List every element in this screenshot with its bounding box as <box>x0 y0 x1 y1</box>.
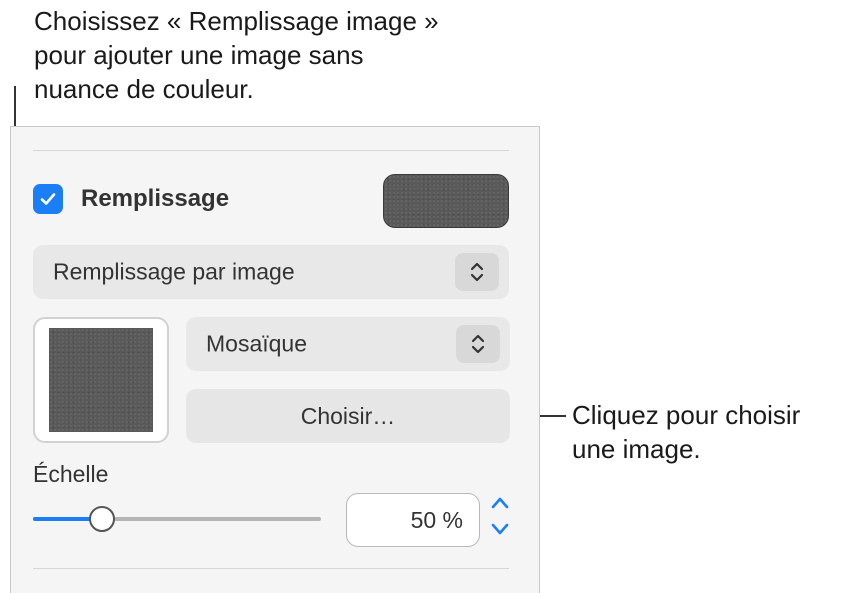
scale-value: 50 % <box>410 506 463 533</box>
chevron-updown-icon <box>471 334 485 354</box>
divider-bottom <box>33 568 509 569</box>
chevron-updown-icon <box>470 262 484 282</box>
scale-label: Échelle <box>33 461 109 487</box>
image-well[interactable] <box>33 317 169 443</box>
tiling-value: Mosaïque <box>206 330 308 357</box>
tiling-stepper[interactable] <box>456 325 500 363</box>
chevron-down-icon[interactable] <box>489 521 511 537</box>
scale-value-field[interactable]: 50 % <box>346 493 480 547</box>
fill-color-swatch[interactable] <box>383 174 509 228</box>
fill-type-stepper[interactable] <box>455 253 499 291</box>
callout-fill-type: Choisissez « Remplissage image » pour aj… <box>34 6 439 104</box>
tiling-popup[interactable]: Mosaïque <box>186 317 510 371</box>
callout-choose: Cliquez pour choisir une image. <box>572 400 801 464</box>
scale-slider-knob[interactable] <box>89 506 116 532</box>
choose-image-button[interactable]: Choisir… <box>186 389 510 443</box>
fill-type-value: Remplissage par image <box>53 258 295 285</box>
fill-type-popup[interactable]: Remplissage par image <box>33 245 509 299</box>
image-thumbnail <box>49 328 153 432</box>
fill-inspector-panel: Remplissage Remplissage par image Mosaïq… <box>10 126 540 593</box>
checkmark-icon <box>40 193 56 205</box>
fill-label: Remplissage <box>81 185 230 212</box>
divider-top <box>33 150 509 151</box>
fill-checkbox[interactable] <box>33 184 63 214</box>
chevron-up-icon[interactable] <box>489 495 511 511</box>
